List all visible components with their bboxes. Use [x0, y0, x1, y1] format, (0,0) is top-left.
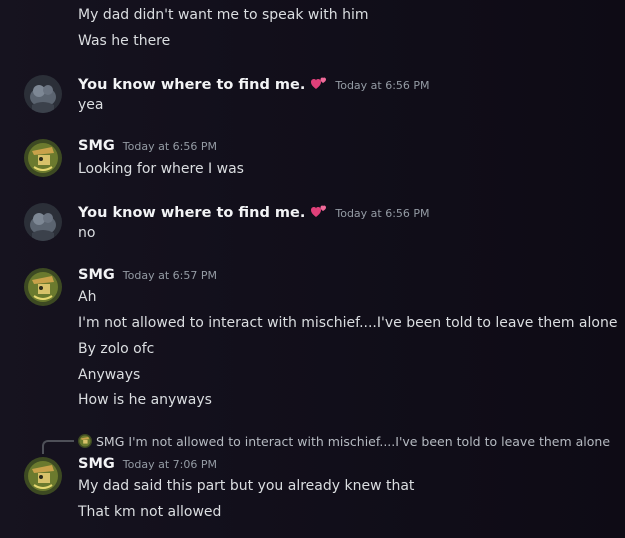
timestamp[interactable]: Today at 6:56 PM [335, 79, 429, 92]
username[interactable]: You know where to find me. [78, 205, 305, 221]
message-header: You know where to find me. Today at 6:56… [78, 202, 430, 222]
reply-text[interactable]: I'm not allowed to interact with mischie… [128, 434, 610, 449]
username[interactable]: SMG [78, 138, 115, 154]
reply-avatar [78, 434, 92, 448]
username[interactable]: SMG [78, 456, 115, 472]
timestamp[interactable]: Today at 6:56 PM [335, 207, 429, 220]
username[interactable]: You know where to find me. [78, 77, 305, 93]
two-hearts-icon [311, 203, 327, 217]
message-line: That km not allowed [78, 504, 222, 520]
avatar[interactable] [24, 75, 62, 113]
avatar[interactable] [24, 203, 62, 241]
reply-spine [42, 440, 74, 454]
message-line: yea [78, 97, 104, 113]
avatar[interactable] [24, 139, 62, 177]
message-header: SMG Today at 7:06 PM [78, 456, 217, 476]
reply-reference[interactable]: SMG I'm not allowed to interact with mis… [78, 432, 610, 450]
message-line: I'm not allowed to interact with mischie… [78, 315, 618, 331]
message-header: SMG Today at 6:56 PM [78, 138, 217, 158]
timestamp[interactable]: Today at 6:56 PM [123, 140, 217, 153]
message-line: How is he anyways [78, 392, 212, 408]
message-header: SMG Today at 6:57 PM [78, 267, 217, 287]
username[interactable]: SMG [78, 267, 115, 283]
message-line: By zolo ofc [78, 341, 155, 357]
message-line: Ah [78, 289, 97, 305]
chat-message-list: My dad didn't want me to speak with him … [0, 0, 625, 538]
timestamp[interactable]: Today at 7:06 PM [123, 458, 217, 471]
message-line: Anyways [78, 367, 141, 383]
avatar[interactable] [24, 457, 62, 495]
message-line: no [78, 225, 96, 241]
avatar[interactable] [24, 268, 62, 306]
two-hearts-icon [311, 75, 327, 89]
message-line: Was he there [78, 33, 171, 49]
message-line: Looking for where I was [78, 161, 244, 177]
message-line: My dad said this part but you already kn… [78, 478, 415, 494]
timestamp[interactable]: Today at 6:57 PM [123, 269, 217, 282]
message-header: You know where to find me. Today at 6:56… [78, 74, 430, 94]
message-line: My dad didn't want me to speak with him [78, 7, 369, 23]
reply-username[interactable]: SMG [96, 434, 124, 449]
